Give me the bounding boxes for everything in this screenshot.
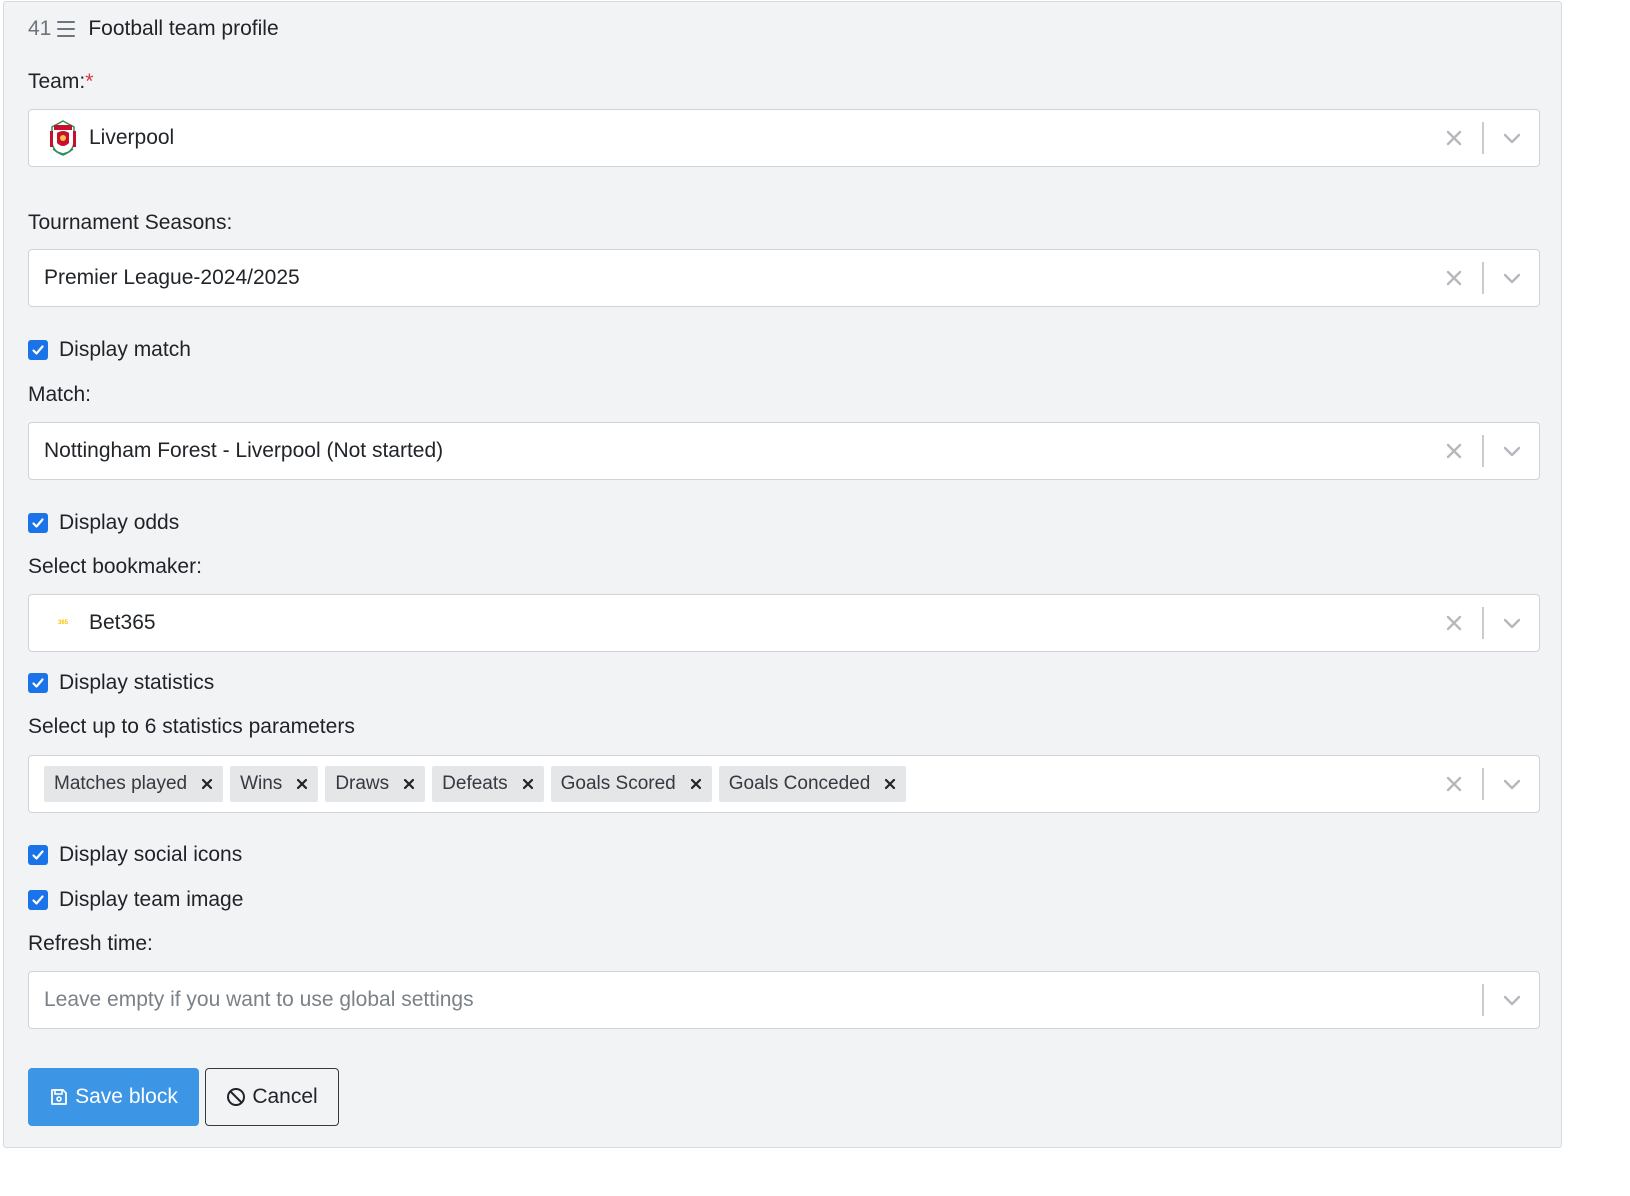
- tag-label: Goals Conceded: [728, 773, 871, 794]
- select-separator: [1482, 984, 1484, 1016]
- refresh-select[interactable]: Leave empty if you want to use global se…: [28, 971, 1540, 1029]
- display-odds-checkbox[interactable]: Display odds: [28, 509, 179, 537]
- team-label: Team:*: [28, 69, 93, 95]
- clear-icon[interactable]: [1443, 127, 1465, 149]
- remove-tag-icon[interactable]: [201, 778, 213, 790]
- chevron-down-icon[interactable]: [1501, 130, 1523, 146]
- bet365-logo-icon: 365: [57, 620, 68, 626]
- display-statistics-checkbox[interactable]: Display statistics: [28, 669, 214, 697]
- clear-icon[interactable]: [1443, 612, 1465, 634]
- refresh-label: Refresh time:: [28, 932, 153, 955]
- bookmaker-label: Select bookmaker:: [28, 555, 202, 578]
- select-separator: [1482, 607, 1484, 639]
- display-social-checkbox[interactable]: Display social icons: [28, 841, 242, 869]
- tag-goals-conceded: Goals Conceded: [718, 766, 907, 802]
- team-label-text: Team:: [28, 70, 86, 93]
- team-select[interactable]: Liverpool: [28, 109, 1540, 167]
- bookmaker-value: Bet365: [89, 611, 156, 634]
- block-id: 41: [28, 17, 52, 40]
- cancel-label: Cancel: [252, 1085, 318, 1108]
- select-separator: [1482, 262, 1484, 294]
- display-statistics-label: Display statistics: [59, 671, 215, 694]
- tag-label: Draws: [335, 773, 390, 794]
- team-select-value: Liverpool: [48, 110, 174, 166]
- display-match-checkbox[interactable]: Display match: [28, 336, 191, 364]
- statistics-tags: Matches played Wins Draws Defeats Goals …: [44, 766, 907, 802]
- remove-tag-icon[interactable]: [690, 778, 702, 790]
- block-edit-panel: 41 Football team profile Team:* Liverpoo…: [3, 1, 1562, 1148]
- match-select[interactable]: Nottingham Forest - Liverpool (Not start…: [28, 422, 1540, 480]
- display-team-image-label: Display team image: [59, 888, 244, 911]
- floppy-disk-icon: [51, 1089, 68, 1105]
- tag-label: Matches played: [54, 773, 188, 794]
- save-block-button[interactable]: Save block: [28, 1068, 199, 1126]
- statistics-label: Select up to 6 statistics parameters: [28, 715, 355, 738]
- required-mark: *: [85, 70, 94, 93]
- checkbox-checked-icon[interactable]: [28, 890, 48, 910]
- display-team-image-checkbox[interactable]: Display team image: [28, 886, 243, 914]
- statistics-multiselect[interactable]: Matches played Wins Draws Defeats Goals …: [28, 755, 1540, 813]
- menu-icon[interactable]: [57, 21, 76, 37]
- remove-tag-icon[interactable]: [884, 778, 896, 790]
- cancel-button[interactable]: Cancel: [205, 1068, 339, 1126]
- display-match-label: Display match: [59, 338, 191, 361]
- save-block-label: Save block: [75, 1085, 178, 1108]
- select-separator: [1482, 435, 1484, 467]
- chevron-down-icon[interactable]: [1501, 776, 1523, 792]
- tag-draws: Draws: [325, 766, 426, 802]
- ban-icon: [227, 1088, 246, 1106]
- tournament-select[interactable]: Premier League-2024/2025: [28, 249, 1540, 307]
- match-label: Match:: [28, 383, 92, 406]
- clear-icon[interactable]: [1443, 267, 1465, 289]
- tag-label: Defeats: [442, 773, 508, 794]
- tag-goals-scored: Goals Scored: [550, 766, 712, 802]
- checkbox-checked-icon[interactable]: [28, 673, 48, 693]
- checkbox-checked-icon[interactable]: [28, 845, 48, 865]
- tag-defeats: Defeats: [432, 766, 544, 802]
- tag-matches-played: Matches played: [44, 766, 224, 802]
- bookmaker-select[interactable]: 365 Bet365: [28, 594, 1540, 652]
- checkbox-checked-icon[interactable]: [28, 340, 48, 360]
- select-separator: [1482, 768, 1484, 800]
- team-value: Liverpool: [89, 126, 175, 149]
- liverpool-crest-icon: [50, 120, 76, 156]
- bookmaker-select-value: 365 Bet365: [48, 595, 156, 651]
- clear-icon[interactable]: [1443, 773, 1465, 795]
- remove-tag-icon[interactable]: [296, 778, 308, 790]
- checkbox-checked-icon[interactable]: [28, 513, 48, 533]
- tournament-label: Tournament Seasons:: [28, 211, 233, 234]
- refresh-placeholder: Leave empty if you want to use global se…: [44, 988, 474, 1011]
- tag-wins: Wins: [230, 766, 319, 802]
- tournament-select-value: Premier League-2024/2025: [44, 266, 300, 289]
- tag-label: Wins: [240, 773, 283, 794]
- match-select-value: Nottingham Forest - Liverpool (Not start…: [44, 439, 444, 462]
- chevron-down-icon[interactable]: [1501, 992, 1523, 1008]
- chevron-down-icon[interactable]: [1501, 615, 1523, 631]
- chevron-down-icon[interactable]: [1501, 443, 1523, 459]
- display-odds-label: Display odds: [59, 511, 180, 534]
- block-header: 41 Football team profile: [28, 14, 279, 44]
- remove-tag-icon[interactable]: [522, 778, 534, 790]
- tag-label: Goals Scored: [560, 773, 676, 794]
- clear-icon[interactable]: [1443, 440, 1465, 462]
- chevron-down-icon[interactable]: [1501, 270, 1523, 286]
- remove-tag-icon[interactable]: [403, 778, 415, 790]
- display-social-label: Display social icons: [59, 843, 243, 866]
- block-title: Football team profile: [88, 17, 279, 40]
- select-separator: [1482, 122, 1484, 154]
